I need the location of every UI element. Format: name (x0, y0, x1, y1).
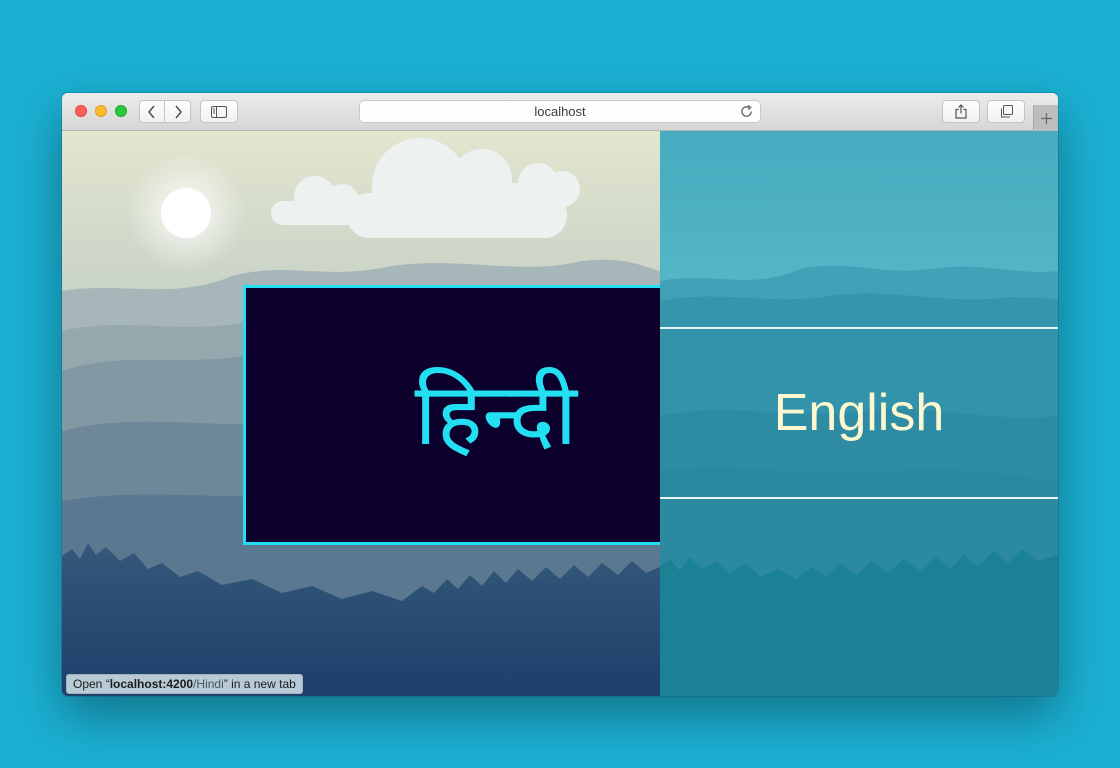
reload-icon[interactable] (739, 104, 754, 119)
browser-window: localhost हिन्दी Open “ localhost:4200 /… (62, 93, 1058, 696)
page-content: हिन्दी Open “localhost:4200/Hindi” in a … (62, 131, 1058, 696)
share-button[interactable] (942, 100, 980, 123)
share-icon (955, 104, 967, 119)
navigation-buttons (139, 100, 191, 123)
status-suffix: ” in a new tab (223, 677, 296, 691)
english-language-card[interactable]: English (660, 327, 1058, 499)
chevron-right-icon (174, 104, 182, 119)
zoom-window-button[interactable] (115, 105, 127, 117)
address-text: localhost (534, 104, 586, 119)
hindi-label: हिन्दी (414, 365, 577, 465)
plus-icon (1040, 112, 1052, 124)
new-tab-button[interactable] (1033, 105, 1058, 131)
browser-toolbar: localhost (62, 93, 1058, 131)
sidebar-toggle-button[interactable] (200, 100, 238, 123)
address-bar[interactable]: localhost (359, 100, 761, 123)
back-button[interactable] (140, 101, 165, 122)
status-path: /Hindi (193, 677, 224, 691)
sidebar-icon (211, 105, 227, 118)
english-label: English (773, 384, 945, 442)
hindi-side[interactable]: हिन्दी Open “localhost:4200/Hindi” in a … (62, 131, 660, 696)
tabs-overview-icon (1000, 105, 1013, 118)
english-side[interactable]: English (660, 131, 1058, 696)
chevron-left-icon (147, 104, 155, 119)
forward-button[interactable] (165, 101, 190, 122)
link-status-bar: Open “localhost:4200/Hindi” in a new tab (66, 674, 303, 694)
tabs-overview-button[interactable] (987, 100, 1025, 123)
status-host: localhost:4200 (109, 677, 194, 691)
hindi-language-card[interactable]: हिन्दी (243, 285, 660, 545)
status-prefix: Open “ (73, 677, 110, 691)
minimize-window-button[interactable] (95, 105, 107, 117)
close-window-button[interactable] (75, 105, 87, 117)
